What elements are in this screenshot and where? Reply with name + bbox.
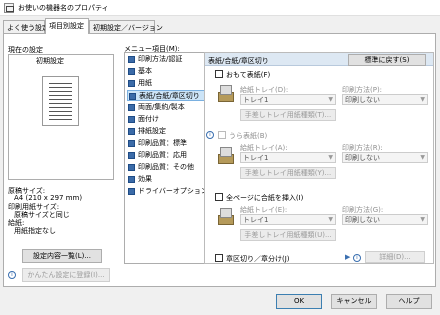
insert-sheet-checkbox[interactable] [215, 193, 223, 201]
back-cover-label: うら表紙(B) [229, 132, 268, 140]
menu-item-quality-standard[interactable]: 印刷品質：標準 [127, 138, 208, 149]
tray-icon [216, 146, 234, 164]
title-bar: お使いの機器名のプロパティ [0, 0, 440, 16]
back-tray-select[interactable]: トレイ1 ▼ [240, 152, 336, 163]
insert-sheet-label: 全ページに合紙を挿入(I) [226, 194, 304, 202]
cancel-button[interactable]: キャンセル [331, 294, 377, 309]
section-title: 表紙/合紙/章区切り [208, 57, 269, 65]
info-icon: i [206, 131, 214, 139]
menu-item-print-method[interactable]: 印刷方法/認証 [127, 54, 208, 65]
chapter-checkbox[interactable] [215, 254, 223, 262]
window-title: お使いの機器名のプロパティ [18, 4, 109, 12]
page-preview-image [42, 76, 79, 126]
back-paper-type-button[interactable]: 手差しトレイ用紙種類(Y)... [240, 167, 336, 179]
quality-standard-icon [128, 140, 135, 147]
current-settings-value: 初期設定 [36, 57, 64, 65]
back-print-select[interactable]: 印刷しない ▼ [342, 152, 428, 163]
restore-defaults-button[interactable]: 標準に戻す(S) [348, 54, 426, 66]
menu-item-quality-advanced[interactable]: 印刷品質：応用 [127, 150, 208, 161]
menu-item-imposition[interactable]: 面付け [127, 114, 208, 125]
cover-icon [129, 93, 136, 100]
tray-icon [216, 207, 234, 225]
info-icon: i [8, 271, 16, 279]
imposition-icon [128, 116, 135, 123]
insert-print-select[interactable]: 印刷しない ▼ [342, 214, 428, 225]
tab-item-settings[interactable]: 項目別設定 [45, 18, 89, 34]
duplex-icon [128, 104, 135, 111]
menu-item-paper[interactable]: 用紙 [127, 78, 208, 89]
menu-item-driver-options[interactable]: ドライバーオプション [127, 186, 208, 197]
info-paper-source-value: 用紙指定なし [14, 227, 56, 235]
printer-icon [4, 3, 14, 13]
front-print-select[interactable]: 印刷しない ▼ [342, 94, 428, 105]
chevron-down-icon: ▼ [328, 216, 333, 223]
menu-item-effects[interactable]: 効果 [127, 174, 208, 185]
chapter-label: 章区切り／章分け(J) [226, 255, 290, 263]
menu-item-cover[interactable]: 表紙/合紙/章区切り [127, 90, 208, 101]
chevron-down-icon: ▼ [420, 216, 425, 223]
menu-item-basic[interactable]: 基本 [127, 66, 208, 77]
print-method-icon [128, 56, 135, 63]
menu-item-quality-other[interactable]: 印刷品質：その他 [127, 162, 208, 173]
info-original-size-value: A4 (210 x 297 mm) [14, 194, 83, 202]
chevron-down-icon: ▼ [420, 154, 425, 161]
paper-icon [128, 80, 135, 87]
menu-item-output[interactable]: 排紙設定 [127, 126, 208, 137]
ok-button[interactable]: OK [276, 294, 322, 309]
details-button[interactable]: 詳細(D)... [365, 251, 425, 263]
arrow-icon: ▶ [345, 253, 351, 261]
front-cover-checkbox[interactable] [215, 70, 223, 78]
menu-item-duplex[interactable]: 両面/集約/製本 [127, 102, 208, 113]
info-icon: i [353, 254, 361, 262]
gear-icon [128, 188, 135, 195]
effects-icon [128, 176, 135, 183]
front-paper-type-button[interactable]: 手差しトレイ用紙種類(T)... [240, 109, 336, 121]
tab-defaults-version[interactable]: 初期設定／バージョン [89, 20, 163, 34]
back-cover-checkbox[interactable] [218, 131, 226, 139]
front-cover-label: おもて表紙(F) [226, 71, 271, 79]
settings-list-button[interactable]: 設定内容一覧(L)... [22, 249, 102, 263]
tab-frequent[interactable]: よく使う設定 [3, 20, 49, 34]
chevron-down-icon: ▼ [328, 154, 333, 161]
menu-list: 印刷方法/認証 基本 用紙 表紙/合紙/章区切り 両面/集約/製本 面付け 排紙… [124, 52, 211, 264]
front-tray-select[interactable]: トレイ1 ▼ [240, 94, 336, 105]
chevron-down-icon: ▼ [420, 96, 425, 103]
insert-paper-type-button[interactable]: 手差しトレイ用紙種類(U)... [240, 229, 336, 241]
help-button[interactable]: ヘルプ [386, 294, 432, 309]
quality-advanced-icon [128, 152, 135, 159]
insert-tray-select[interactable]: トレイ1 ▼ [240, 214, 336, 225]
register-quick-settings-button[interactable]: かんたん設定に登録(I)... [22, 268, 110, 282]
basic-icon [128, 68, 135, 75]
tray-icon [216, 84, 234, 102]
output-icon [128, 128, 135, 135]
chevron-down-icon: ▼ [328, 96, 333, 103]
quality-other-icon [128, 164, 135, 171]
